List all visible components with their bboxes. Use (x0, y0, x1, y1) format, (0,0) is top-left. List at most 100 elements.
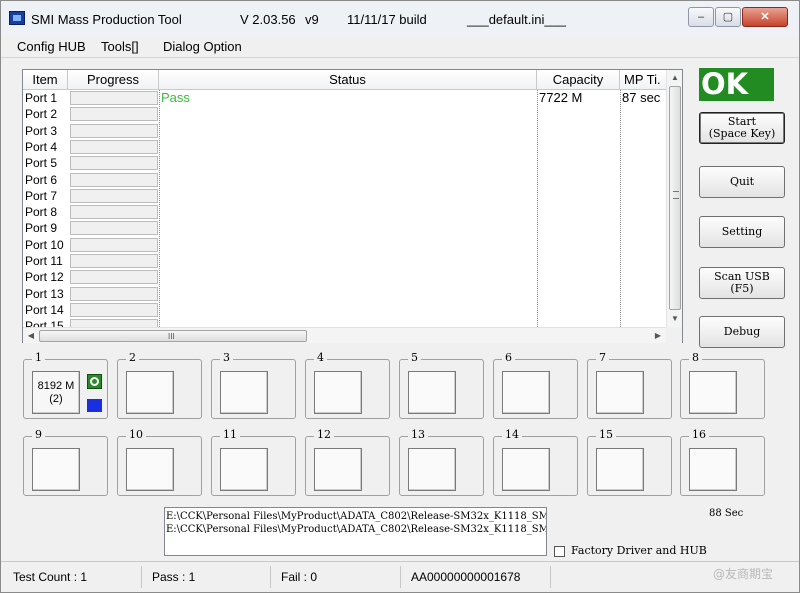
port-slot[interactable]: 14 (493, 428, 578, 496)
slot-device-box[interactable] (314, 371, 362, 414)
header-progress[interactable]: Progress (68, 70, 159, 90)
table-row[interactable]: Port 7 (23, 188, 666, 204)
menu-dialog-option[interactable]: Dialog Option (163, 39, 242, 54)
slot-device-box[interactable]: 8192 M (2) (32, 371, 80, 414)
firmware-path-line: E:\CCK\Personal Files\MyProduct\ADATA_C8… (166, 524, 547, 535)
port-slot[interactable]: 6 (493, 351, 578, 419)
port-slot[interactable]: 7 (587, 351, 672, 419)
table-row[interactable]: Port 11 (23, 253, 666, 269)
slot-number: 2 (126, 351, 139, 364)
grip-icon: III (168, 332, 175, 341)
slot-device-box[interactable] (314, 448, 362, 491)
scroll-thumb-horizontal[interactable]: III (39, 330, 307, 342)
vertical-scrollbar[interactable]: ▲ ▼ (666, 70, 682, 327)
menu-tools[interactable]: Tools[] (101, 39, 139, 54)
slot-number: 16 (689, 428, 709, 441)
slot-device-box[interactable] (502, 448, 550, 491)
progress-bar (70, 254, 158, 268)
close-button[interactable]: ✕ (742, 7, 788, 27)
start-button[interactable]: Start (Space Key) (699, 112, 785, 144)
debug-button[interactable]: Debug (699, 316, 785, 348)
scroll-right-icon[interactable]: ▶ (650, 328, 666, 344)
header-mp-time[interactable]: MP Ti. (620, 70, 666, 90)
slot-number: 10 (126, 428, 146, 441)
scroll-thumb[interactable] (669, 86, 681, 310)
slot-number: 9 (32, 428, 45, 441)
table-row[interactable]: Port 4 (23, 139, 666, 155)
slot-device-box[interactable] (689, 371, 737, 414)
progress-bar (70, 188, 158, 203)
watermark: @友商期宝 (713, 567, 774, 581)
slot-device-box[interactable] (408, 448, 456, 491)
progress-bar (70, 205, 158, 220)
port-slot[interactable]: 13 (399, 428, 484, 496)
port-label: Port 3 (25, 123, 58, 138)
port-slot[interactable]: 15 (587, 428, 672, 496)
maximize-button[interactable]: ▢ (715, 7, 741, 27)
port-slot[interactable]: 10 (117, 428, 202, 496)
table-row[interactable]: Port 5 (23, 155, 666, 171)
port-slot[interactable]: 1 8192 M (2) (23, 351, 108, 419)
slot-device-box[interactable] (220, 448, 268, 491)
port-slot[interactable]: 2 (117, 351, 202, 419)
status-text: Pass (161, 90, 190, 105)
header-capacity[interactable]: Capacity (537, 70, 620, 90)
header-status[interactable]: Status (159, 70, 537, 90)
pass-count: Pass : 1 (142, 566, 271, 588)
progress-bar (70, 107, 158, 122)
port-slot[interactable]: 9 (23, 428, 108, 496)
slot-number: 5 (408, 351, 421, 364)
slot-number: 8 (689, 351, 702, 364)
table-row[interactable]: Port 10 (23, 237, 666, 253)
slot-device-box[interactable] (408, 371, 456, 414)
port-label: Port 5 (25, 156, 58, 171)
scroll-left-icon[interactable]: ◀ (23, 328, 39, 344)
port-slot[interactable]: 16 (680, 428, 765, 496)
table-row[interactable]: Port 3 (23, 123, 666, 139)
scroll-down-icon[interactable]: ▼ (667, 311, 683, 327)
table-row[interactable]: Port 12 (23, 269, 666, 285)
table-row[interactable]: Port 15 (23, 318, 666, 327)
table-row[interactable]: Port 13 (23, 286, 666, 302)
setting-button[interactable]: Setting (699, 216, 785, 248)
app-name: SMI Mass Production Tool (31, 12, 182, 27)
status-bar: Test Count : 1 Pass : 1 Fail : 0 AA00000… (1, 561, 799, 592)
grip-icon (673, 191, 679, 199)
elapsed-time: 88 Sec (709, 508, 744, 519)
firmware-path-box[interactable]: E:\CCK\Personal Files\MyProduct\ADATA_C8… (164, 507, 547, 556)
table-row[interactable]: Port 6 (23, 172, 666, 188)
table-row[interactable]: Port 9 (23, 220, 666, 236)
menu-config-hub[interactable]: Config HUB (17, 39, 86, 54)
port-slot[interactable]: 5 (399, 351, 484, 419)
version-tag: v9 (305, 12, 319, 27)
slot-device-box[interactable] (126, 371, 174, 414)
horizontal-scrollbar[interactable]: ◀ III ▶ (23, 327, 666, 343)
slot-device-box[interactable] (596, 448, 644, 491)
port-label: Port 12 (25, 270, 64, 285)
scan-usb-button[interactable]: Scan USB (F5) (699, 267, 785, 299)
port-slot[interactable]: 11 (211, 428, 296, 496)
slot-device-box[interactable] (596, 371, 644, 414)
slot-device-box[interactable] (220, 371, 268, 414)
table-row[interactable]: Port 2 (23, 106, 666, 122)
port-slot[interactable]: 3 (211, 351, 296, 419)
minimize-button[interactable]: – (688, 7, 714, 27)
title-bar[interactable]: SMI Mass Production Tool V 2.03.56 v9 11… (1, 1, 799, 35)
port-slot[interactable]: 4 (305, 351, 390, 419)
table-row[interactable]: Port 14 (23, 302, 666, 318)
factory-driver-checkbox[interactable] (554, 546, 565, 557)
slot-device-box[interactable] (502, 371, 550, 414)
table-row[interactable]: Port 8 (23, 204, 666, 220)
app-icon (9, 11, 25, 25)
version-label: V 2.03.56 (240, 12, 296, 27)
port-slot[interactable]: 12 (305, 428, 390, 496)
quit-button[interactable]: Quit (699, 166, 785, 198)
slot-device-box[interactable] (126, 448, 174, 491)
scroll-up-icon[interactable]: ▲ (667, 70, 683, 86)
table-row[interactable]: Port 1 Pass 7722 M 87 sec (23, 90, 666, 106)
slot-device-box[interactable] (32, 448, 80, 491)
port-slot[interactable]: 8 (680, 351, 765, 419)
port-label: Port 9 (25, 221, 58, 236)
header-item[interactable]: Item (23, 70, 68, 90)
slot-device-box[interactable] (689, 448, 737, 491)
